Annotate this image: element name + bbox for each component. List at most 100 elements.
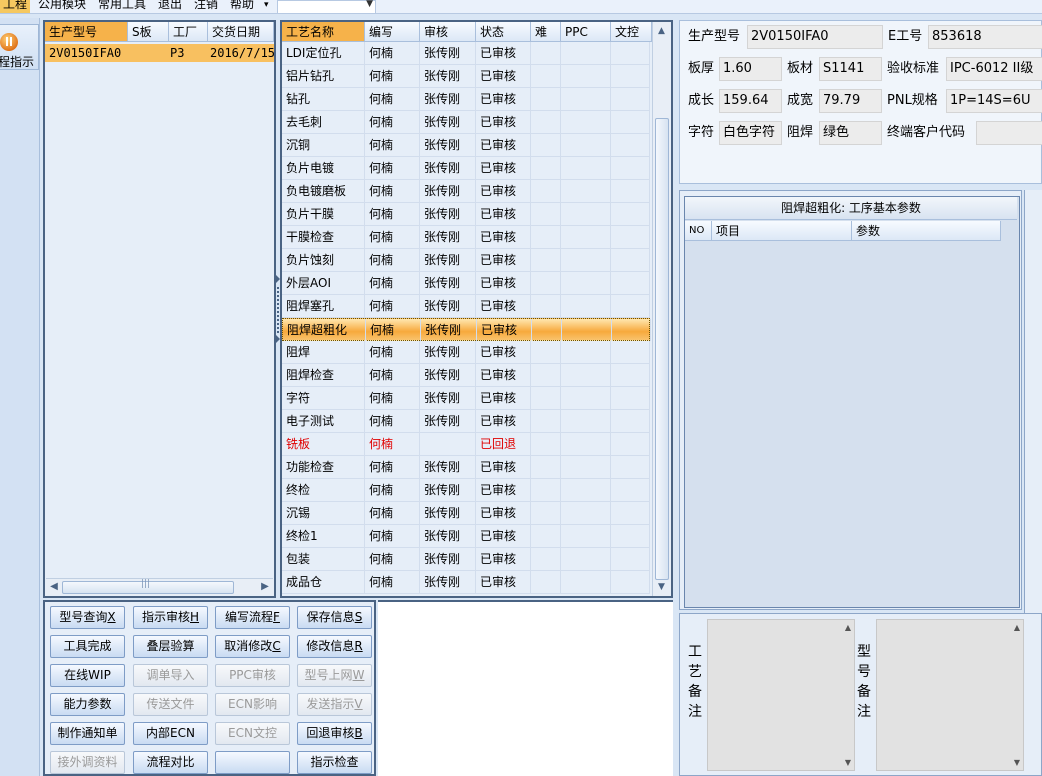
model-col-header[interactable]: 生产型号 — [45, 22, 128, 42]
width-field[interactable]: 79.79 — [819, 89, 882, 113]
action-button-19[interactable]: ECN文控 — [215, 722, 290, 745]
action-button-15[interactable]: ECN影响 — [215, 693, 290, 716]
process-row[interactable]: 铝片钻孔 何楠 张传刚 已审核 — [282, 65, 650, 88]
reviewer-cell: 张传刚 — [420, 525, 476, 547]
scroll-thumb[interactable]: ||| — [62, 579, 234, 594]
length-field[interactable]: 159.64 — [719, 89, 782, 113]
action-button-1[interactable]: 型号查询X — [50, 606, 125, 629]
process-row[interactable]: 电子测试 何楠 张传刚 已审核 — [282, 410, 650, 433]
process-row[interactable]: 阻焊塞孔 何楠 张传刚 已审核 — [282, 295, 650, 318]
model-row[interactable]: 2V0150IFA0 P3 2016/7/15 — [45, 44, 275, 62]
action-button-18[interactable]: 内部ECN — [133, 722, 208, 745]
action-button-10[interactable]: 调单导入 — [133, 664, 208, 687]
action-button-21[interactable]: 接外调资料 — [50, 751, 125, 774]
action-button-23[interactable] — [215, 751, 290, 774]
process-row[interactable]: 终检 何楠 张传刚 已审核 — [282, 479, 650, 502]
action-button-11[interactable]: PPC审核 — [215, 664, 290, 687]
pnl-field[interactable]: 1P=14S=6U — [946, 89, 1042, 113]
process-row[interactable]: 负电镀磨板 何楠 张传刚 已审核 — [282, 180, 650, 203]
standard-field[interactable]: IPC-6012 II级 — [946, 57, 1042, 81]
action-button-24[interactable]: 指示检查 — [297, 751, 372, 774]
scroll-right-icon[interactable]: ▶ — [258, 580, 272, 593]
horizontal-scrollbar[interactable]: ◀ ||| ▶ — [46, 578, 273, 595]
eid-field[interactable]: 853618 — [928, 25, 1042, 49]
process-row[interactable]: 阻焊检查 何楠 张传刚 已审核 — [282, 364, 650, 387]
delivery-date-col-header[interactable]: 交货日期 — [208, 22, 274, 42]
action-button-7[interactable]: 取消修改C — [215, 635, 290, 658]
process-row[interactable]: 外层AOI 何楠 张传刚 已审核 — [282, 272, 650, 295]
process-row[interactable]: LDI定位孔 何楠 张传刚 已审核 — [282, 42, 650, 65]
action-button-2[interactable]: 指示审核H — [133, 606, 208, 629]
process-row[interactable]: 终检1 何楠 张传刚 已审核 — [282, 525, 650, 548]
s-board-col-header[interactable]: S板 — [128, 22, 169, 42]
action-button-14[interactable]: 传送文件 — [133, 693, 208, 716]
action-button-9[interactable]: 在线WIP — [50, 664, 125, 687]
doc-control-col-header[interactable]: 文控 — [611, 22, 652, 42]
reviewer-col-header[interactable]: 审核 — [420, 22, 476, 42]
value-col-header[interactable]: 参数 — [852, 221, 1001, 241]
action-button-20[interactable]: 回退审核B — [297, 722, 372, 745]
action-button-16[interactable]: 发送指示V — [297, 693, 372, 716]
menu-exit[interactable]: 退出 — [158, 0, 182, 13]
action-button-12[interactable]: 型号上网W — [297, 664, 372, 687]
scroll-up-icon[interactable]: ▲ — [845, 623, 851, 632]
action-button-3[interactable]: 编写流程F — [215, 606, 290, 629]
action-button-13[interactable]: 能力参数 — [50, 693, 125, 716]
menu-project[interactable]: 工程 — [0, 0, 31, 13]
ppc-col-header[interactable]: PPC — [561, 22, 611, 42]
action-button-6[interactable]: 叠层验算 — [133, 635, 208, 658]
item-col-header[interactable]: 项目 — [712, 221, 852, 241]
process-row[interactable]: 沉锡 何楠 张传刚 已审核 — [282, 502, 650, 525]
status-col-header[interactable]: 状态 — [476, 22, 531, 42]
mask-field[interactable]: 绿色 — [819, 121, 882, 145]
action-button-5[interactable]: 工具完成 — [50, 635, 125, 658]
process-row[interactable]: 干膜检查 何楠 张传刚 已审核 — [282, 226, 650, 249]
model-remark-textarea[interactable]: ▲ ▼ — [876, 619, 1024, 771]
process-row[interactable]: 铣板 何楠 已回退 — [282, 433, 650, 456]
process-row[interactable]: 功能检查 何楠 张传刚 已审核 — [282, 456, 650, 479]
menu-logout[interactable]: 注销 — [194, 0, 218, 13]
factory-col-header[interactable]: 工厂 — [169, 22, 208, 42]
scroll-up-icon[interactable]: ▲ — [655, 24, 668, 38]
process-row[interactable]: 负片蚀刻 何楠 张传刚 已审核 — [282, 249, 650, 272]
process-name-col-header[interactable]: 工艺名称 — [282, 22, 365, 42]
vertical-scrollbar[interactable]: ▲ ▼ — [652, 22, 670, 596]
menu-common-tools[interactable]: 常用工具 — [98, 0, 146, 13]
process-row[interactable]: 负片干膜 何楠 张传刚 已审核 — [282, 203, 650, 226]
process-row[interactable]: 钻孔 何楠 张传刚 已审核 — [282, 88, 650, 111]
menu-help[interactable]: 帮助 — [230, 0, 254, 13]
process-row[interactable]: 包装 何楠 张传刚 已审核 — [282, 548, 650, 571]
process-remark-textarea[interactable]: ▲ ▼ — [707, 619, 855, 771]
menu-public-modules[interactable]: 公用模块 — [38, 0, 86, 13]
customer-field[interactable] — [976, 121, 1042, 145]
material-field[interactable]: S1141 — [819, 57, 882, 81]
process-row[interactable]: 字符 何楠 张传刚 已审核 — [282, 387, 650, 410]
process-row[interactable]: 阻焊 何楠 张传刚 已审核 — [282, 341, 650, 364]
char-field[interactable]: 白色字符 — [719, 121, 782, 145]
action-button-17[interactable]: 制作通知单 — [50, 722, 125, 745]
process-row[interactable]: 去毛刺 何楠 张传刚 已审核 — [282, 111, 650, 134]
process-row[interactable]: 阻焊超粗化 何楠 张传刚 已审核 — [282, 318, 651, 341]
scroll-down-icon[interactable]: ▼ — [1014, 758, 1020, 767]
process-name-cell: 铣板 — [282, 433, 365, 455]
writer-col-header[interactable]: 编写 — [365, 22, 420, 42]
scroll-thumb[interactable] — [655, 118, 669, 580]
scroll-left-icon[interactable]: ◀ — [47, 580, 61, 593]
scroll-up-icon[interactable]: ▲ — [1014, 623, 1020, 632]
process-row[interactable]: 沉铜 何楠 张传刚 已审核 — [282, 134, 650, 157]
menu-dropdown-arrow-icon[interactable]: ▾ — [264, 0, 269, 13]
model-field[interactable]: 2V0150IFA0 — [747, 25, 883, 49]
thickness-field[interactable]: 1.60 — [719, 57, 782, 81]
no-col-header[interactable]: NO — [685, 221, 712, 241]
action-button-4[interactable]: 保存信息S — [297, 606, 372, 629]
process-indicator-button[interactable]: 程指示 — [0, 24, 39, 70]
action-button-22[interactable]: 流程对比 — [133, 751, 208, 774]
toolbar-combo[interactable]: ▼ — [277, 0, 376, 13]
chevron-down-icon[interactable]: ▼ — [366, 0, 373, 9]
process-row[interactable]: 成品仓 何楠 张传刚 已审核 — [282, 571, 650, 594]
process-row[interactable]: 负片电镀 何楠 张传刚 已审核 — [282, 157, 650, 180]
scroll-down-icon[interactable]: ▼ — [845, 758, 851, 767]
difficulty-col-header[interactable]: 难 — [531, 22, 561, 42]
scroll-down-icon[interactable]: ▼ — [655, 580, 668, 594]
action-button-8[interactable]: 修改信息R — [297, 635, 372, 658]
